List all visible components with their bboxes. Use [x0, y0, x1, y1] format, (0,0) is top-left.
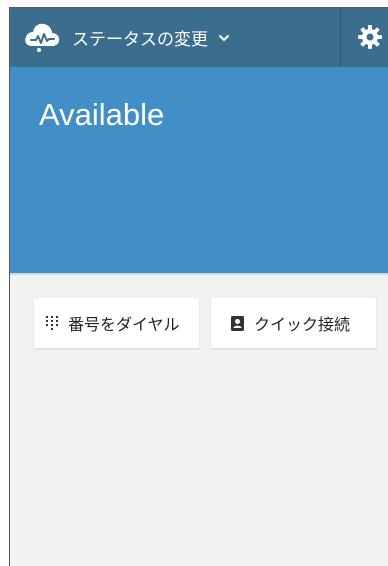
status-panel: Available: [10, 67, 388, 275]
keypad-icon: [46, 316, 58, 330]
quick-connect-label: クイック接続: [254, 315, 351, 334]
chevron-down-icon: [219, 34, 229, 41]
gear-icon[interactable]: [357, 24, 383, 50]
change-status-label: ステータスの変更: [72, 30, 208, 50]
quick-connect-button[interactable]: クイック接続: [211, 298, 376, 348]
top-bar: ステータスの変更: [10, 8, 388, 67]
ccp-window: ステータスの変更 Available 番号をダイヤル クイック接続: [9, 7, 388, 566]
cloud-signal-logo-icon: [25, 23, 60, 52]
dial-number-label: 番号をダイヤル: [68, 315, 180, 334]
change-status-menu[interactable]: ステータスの変更: [72, 8, 230, 67]
dial-number-button[interactable]: 番号をダイヤル: [34, 298, 199, 348]
current-status: Available: [39, 97, 165, 132]
contact-book-icon: [231, 315, 244, 331]
topbar-divider: [340, 8, 341, 67]
